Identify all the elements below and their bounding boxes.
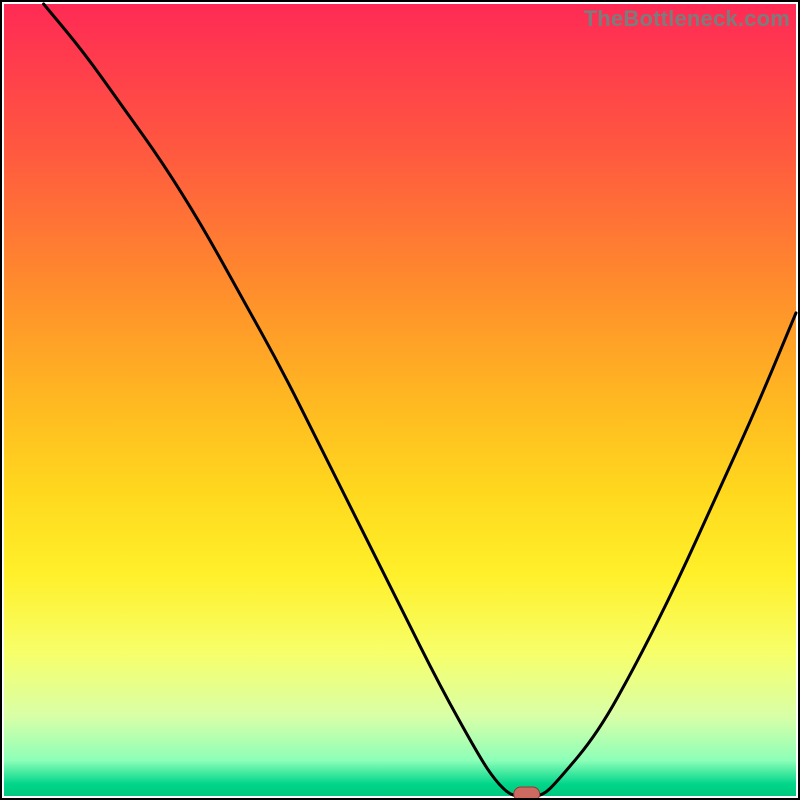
- bottleneck-chart-container: TheBottleneck.com: [0, 0, 800, 800]
- plot-area: [4, 4, 796, 800]
- bottleneck-chart-svg: [0, 0, 800, 800]
- watermark-text: TheBottleneck.com: [584, 6, 790, 32]
- gradient-background: [4, 4, 796, 796]
